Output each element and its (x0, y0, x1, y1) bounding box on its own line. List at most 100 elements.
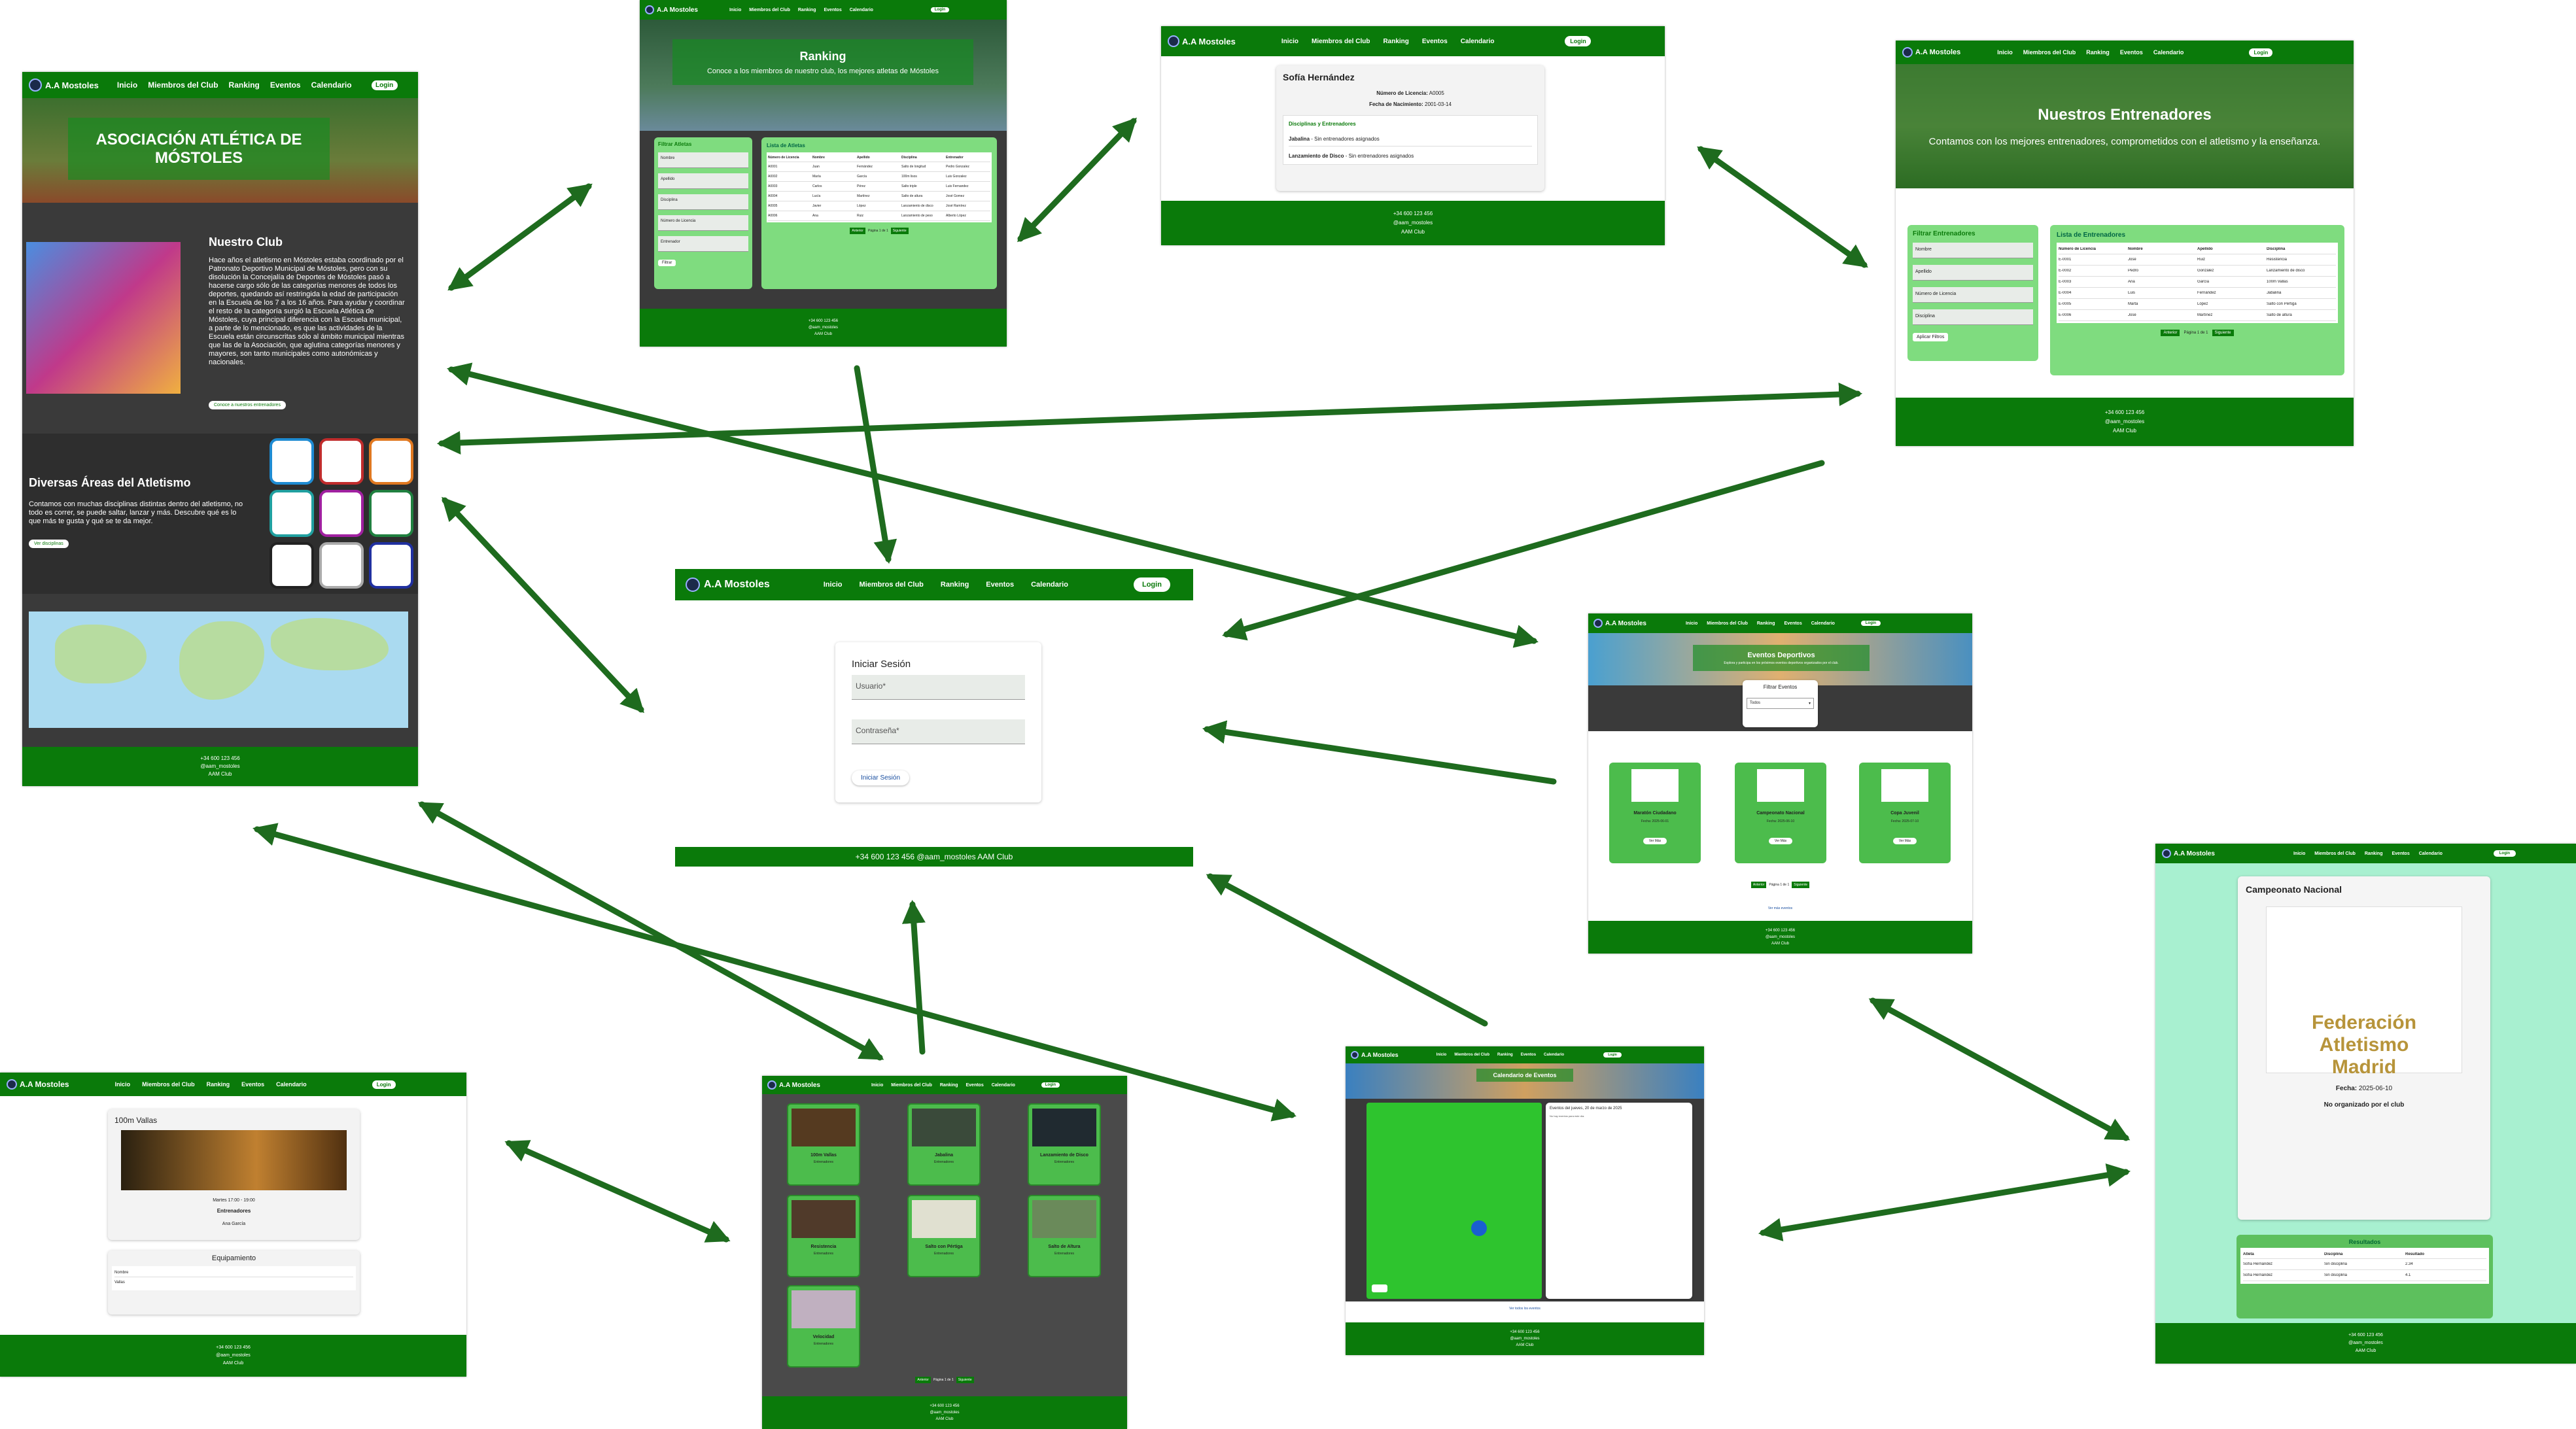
see-more-button[interactable]: Ver Más (1643, 838, 1667, 844)
nav-inicio[interactable]: Inicio (824, 581, 843, 589)
calendar-widget[interactable] (1366, 1103, 1542, 1299)
nav-calendario[interactable]: Calendario (276, 1081, 307, 1088)
nav-ranking[interactable]: Ranking (207, 1081, 230, 1088)
table-row[interactable]: Sofía Hernández Sin disciplina 2.34 (2243, 1259, 2486, 1270)
brand-name[interactable]: A.A Mostoles (2174, 850, 2215, 857)
footer-handle[interactable]: @aam_mostoles (2348, 1339, 2383, 1347)
footer-handle[interactable]: @aam_mostoles (1766, 934, 1795, 940)
nav-inicio[interactable]: Inicio (117, 80, 137, 90)
nav-ranking[interactable]: Ranking (798, 8, 816, 12)
selected-day[interactable] (1471, 1220, 1487, 1236)
footer-handle[interactable]: @aam_mostoles (1510, 1335, 1539, 1342)
nav-miembros[interactable]: Miembros del Club (1312, 38, 1370, 45)
table-row[interactable]: E-0004 Luis Fernández Jabalina (2059, 288, 2336, 299)
discipline-card[interactable]: Resistencia Entrenadores (787, 1195, 860, 1277)
nav-eventos[interactable]: Eventos (2120, 49, 2143, 56)
nav-calendario[interactable]: Calendario (311, 80, 352, 90)
apply-filters-button[interactable]: Aplicar Filtros (1913, 333, 1949, 341)
event-type-select[interactable]: Todos ▾ (1747, 698, 1814, 709)
nav-ranking[interactable]: Ranking (941, 581, 969, 589)
table-row[interactable]: A0001 Juan Fernández Salto de longitud Pedro… (768, 162, 990, 172)
today-button[interactable] (1372, 1284, 1387, 1292)
filter-entrenador[interactable]: Entrenador (658, 236, 748, 252)
nav-calendario[interactable]: Calendario (1811, 621, 1835, 626)
nav-miembros[interactable]: Miembros del Club (148, 80, 218, 90)
nav-ranking[interactable]: Ranking (229, 80, 260, 90)
nav-eventos[interactable]: Eventos (1422, 38, 1448, 45)
nav-ranking[interactable]: Ranking (1383, 38, 1408, 45)
nav-eventos[interactable]: Eventos (1521, 1053, 1536, 1057)
submit-button[interactable]: Iniciar Sesión (852, 770, 909, 785)
login-button[interactable]: Login (371, 80, 398, 90)
nav-calendario[interactable]: Calendario (850, 8, 873, 12)
footer-handle[interactable]: @aam_mostoles (216, 1352, 251, 1360)
map[interactable] (29, 611, 408, 728)
nav-ranking[interactable]: Ranking (1497, 1053, 1513, 1057)
table-row[interactable]: E-0005 Marta López Salto con Pértiga (2059, 299, 2336, 310)
table-row[interactable]: Sofía Hernández Sin disciplina 4.1 (2243, 1270, 2486, 1281)
hammer-icon[interactable] (369, 542, 413, 589)
table-row[interactable]: A0005 Javier López Lanzamiento de disco José… (768, 201, 990, 211)
event-card[interactable]: Maratón Ciudadano Fecha: 2025-06-01 Ver … (1609, 763, 1701, 863)
discipline-card[interactable]: 100m Vallas Entrenadores (787, 1103, 860, 1186)
nav-miembros[interactable]: Miembros del Club (891, 1083, 932, 1088)
table-row[interactable]: E-0006 José Martínez Salto de altura (2059, 310, 2336, 321)
filter-button[interactable]: Filtrar (658, 260, 676, 266)
see-more-button[interactable]: Ver Más (1769, 838, 1792, 844)
all-events-link[interactable]: Ver todos los eventos (1346, 1307, 1704, 1311)
relay-icon[interactable] (369, 438, 413, 485)
brand-name[interactable]: A.A Mostoles (1361, 1052, 1399, 1058)
prev-button[interactable]: Anterior (850, 228, 865, 234)
brand-name[interactable]: A.A Mostoles (1605, 620, 1646, 627)
nav-calendario[interactable]: Calendario (1461, 38, 1495, 45)
nav-calendario[interactable]: Calendario (1031, 581, 1068, 589)
nav-calendario[interactable]: Calendario (2419, 852, 2443, 856)
brand-name[interactable]: A.A Mostoles (657, 7, 698, 14)
pole-vault-icon[interactable] (319, 490, 364, 537)
nav-miembros[interactable]: Miembros del Club (142, 1081, 195, 1088)
prev-button[interactable]: Anterior (915, 1377, 931, 1383)
discipline-card[interactable]: Lanzamiento de Disco Entrenadores (1028, 1103, 1101, 1186)
brand-name[interactable]: A.A Mostoles (1915, 48, 1960, 56)
nav-eventos[interactable]: Eventos (966, 1083, 984, 1088)
all-events-link[interactable]: Ver más eventos (1588, 906, 1972, 910)
nav-miembros[interactable]: Miembros del Club (749, 8, 790, 12)
nav-inicio[interactable]: Inicio (1436, 1053, 1447, 1057)
discipline-card[interactable]: Salto de Altura Entrenadores (1028, 1195, 1101, 1277)
nav-eventos[interactable]: Eventos (824, 8, 842, 12)
filter-licencia[interactable]: Número de Licencia (658, 215, 748, 231)
nav-inicio[interactable]: Inicio (1997, 49, 2013, 56)
table-row[interactable]: A0004 Lucía Martínez Salto de altura José Go… (768, 192, 990, 201)
login-button[interactable]: Login (930, 7, 949, 12)
brand-name[interactable]: A.A Mostoles (1182, 37, 1236, 46)
table-row[interactable]: E-0001 José Ruiz Resistencia (2059, 254, 2336, 266)
disciplines-button[interactable]: Ver disciplinas (29, 540, 69, 548)
next-button[interactable]: Siguiente (2212, 330, 2234, 336)
filter-apellido[interactable]: Apellido (658, 173, 748, 189)
table-row[interactable]: E-0003 Ana García 100m Vallas (2059, 277, 2336, 288)
prev-button[interactable]: Anterior (1750, 882, 1767, 888)
shot-put-icon[interactable] (270, 542, 314, 589)
event-card[interactable]: Copa Juvenil Fecha: 2025-07-10 Ver Más (1859, 763, 1951, 863)
nav-calendario[interactable]: Calendario (2153, 49, 2184, 56)
table-row[interactable]: Vallas (114, 1277, 353, 1288)
nav-inicio[interactable]: Inicio (1281, 38, 1298, 45)
filter-licencia[interactable]: Número de Licencia (1913, 287, 2033, 303)
footer-handle[interactable]: @aam_mostoles (1393, 218, 1433, 228)
login-button[interactable]: Login (2249, 48, 2273, 57)
nav-ranking[interactable]: Ranking (2086, 49, 2110, 56)
filter-apellido[interactable]: Apellido (1913, 265, 2033, 281)
nav-ranking[interactable]: Ranking (1757, 621, 1775, 626)
filter-disciplina[interactable]: Disciplina (658, 194, 748, 210)
next-button[interactable]: Siguiente (890, 228, 909, 234)
next-button[interactable]: Siguiente (1792, 882, 1810, 888)
see-more-button[interactable]: Ver Más (1893, 838, 1917, 844)
nav-eventos[interactable]: Eventos (270, 80, 301, 90)
footer-handle[interactable]: @aam_mostoles (930, 1409, 959, 1416)
password-input[interactable]: Contraseña* (852, 719, 1025, 744)
filter-nombre[interactable]: Nombre (1913, 243, 2033, 258)
nav-calendario[interactable]: Calendario (992, 1083, 1015, 1088)
nav-inicio[interactable]: Inicio (871, 1083, 883, 1088)
footer-handle[interactable]: @aam_mostoles (809, 324, 838, 331)
discipline-card[interactable]: Velocidad Entrenadores (787, 1285, 860, 1368)
